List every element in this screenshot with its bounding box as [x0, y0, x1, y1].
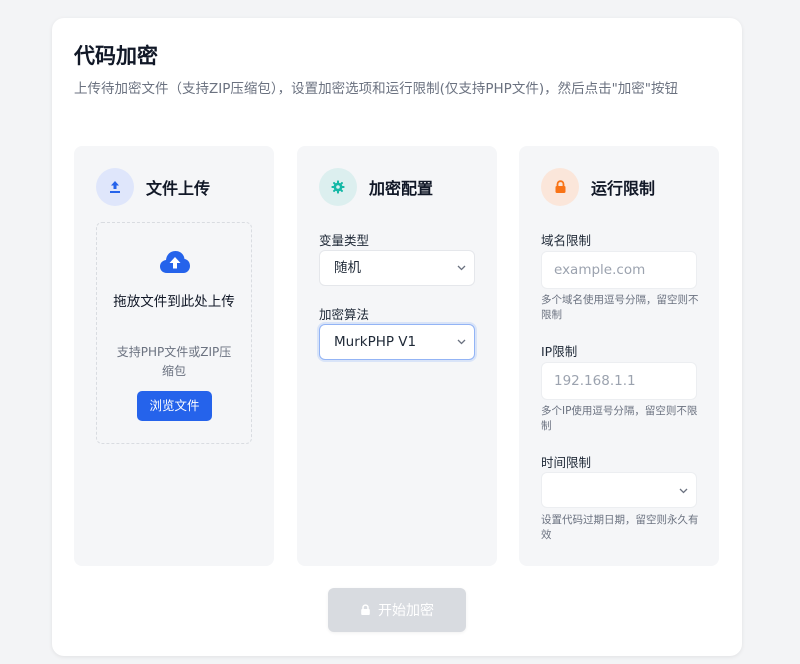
chevron-down-icon: [457, 339, 466, 345]
variable-type-label: 变量类型: [319, 233, 370, 248]
upload-panel: 文件上传 拖放文件到此处上传 支持PHP文件或ZIP压缩包 浏览文件: [74, 146, 274, 566]
limits-panel: 运行限制 域名限制 example.com 多个域名使用逗号分隔，留空则不限制 …: [519, 146, 719, 566]
algorithm-label: 加密算法: [319, 307, 370, 322]
config-panel-title: 加密配置: [369, 179, 434, 198]
encryption-card: 代码加密 上传待加密文件（支持ZIP压缩包），设置加密选项和运行限制(仅支持PH…: [52, 18, 742, 656]
variable-type-select[interactable]: 随机: [319, 250, 475, 286]
time-limit-label: 时间限制: [541, 455, 592, 470]
start-encrypt-button[interactable]: 开始加密: [328, 588, 466, 632]
upload-panel-title: 文件上传: [146, 179, 211, 198]
page-title: 代码加密: [74, 44, 158, 68]
time-limit-select[interactable]: [541, 472, 697, 508]
time-limit-help: 设置代码过期日期，留空则永久有效: [541, 514, 699, 541]
start-encrypt-label: 开始加密: [378, 603, 434, 619]
config-panel-header: 加密配置: [319, 168, 433, 206]
dropzone-hint: 支持PHP文件或ZIP压缩包: [116, 345, 232, 378]
file-dropzone[interactable]: 拖放文件到此处上传 支持PHP文件或ZIP压缩包 浏览文件: [96, 222, 252, 444]
gear-icon: [319, 168, 357, 206]
chevron-down-icon: [457, 265, 466, 271]
upload-panel-header: 文件上传: [96, 168, 210, 206]
ip-limit-label: IP限制: [541, 344, 578, 359]
upload-icon: [96, 168, 134, 206]
domain-limit-help: 多个域名使用逗号分隔，留空则不限制: [541, 294, 699, 321]
limits-panel-title: 运行限制: [591, 179, 656, 198]
domain-limit-label: 域名限制: [541, 233, 592, 248]
browse-files-button[interactable]: 浏览文件: [137, 391, 212, 421]
algorithm-value: MurkPHP V1: [334, 334, 417, 350]
domain-limit-input[interactable]: example.com: [541, 251, 697, 289]
limits-panel-header: 运行限制: [541, 168, 655, 206]
ip-limit-help: 多个IP使用逗号分隔，留空则不限制: [541, 405, 698, 432]
algorithm-select[interactable]: MurkPHP V1: [319, 324, 475, 360]
lock-icon: [361, 604, 370, 615]
variable-type-value: 随机: [334, 260, 361, 276]
page-subtitle: 上传待加密文件（支持ZIP压缩包），设置加密选项和运行限制(仅支持PHP文件)，…: [74, 81, 679, 97]
config-panel: 加密配置 变量类型 随机 加密算法 MurkPHP V1: [297, 146, 497, 566]
dropzone-title: 拖放文件到此处上传: [113, 294, 235, 310]
chevron-down-icon: [679, 488, 688, 494]
cloud-upload-icon: [159, 249, 191, 279]
lock-icon: [541, 168, 579, 206]
ip-limit-input[interactable]: 192.168.1.1: [541, 362, 697, 400]
